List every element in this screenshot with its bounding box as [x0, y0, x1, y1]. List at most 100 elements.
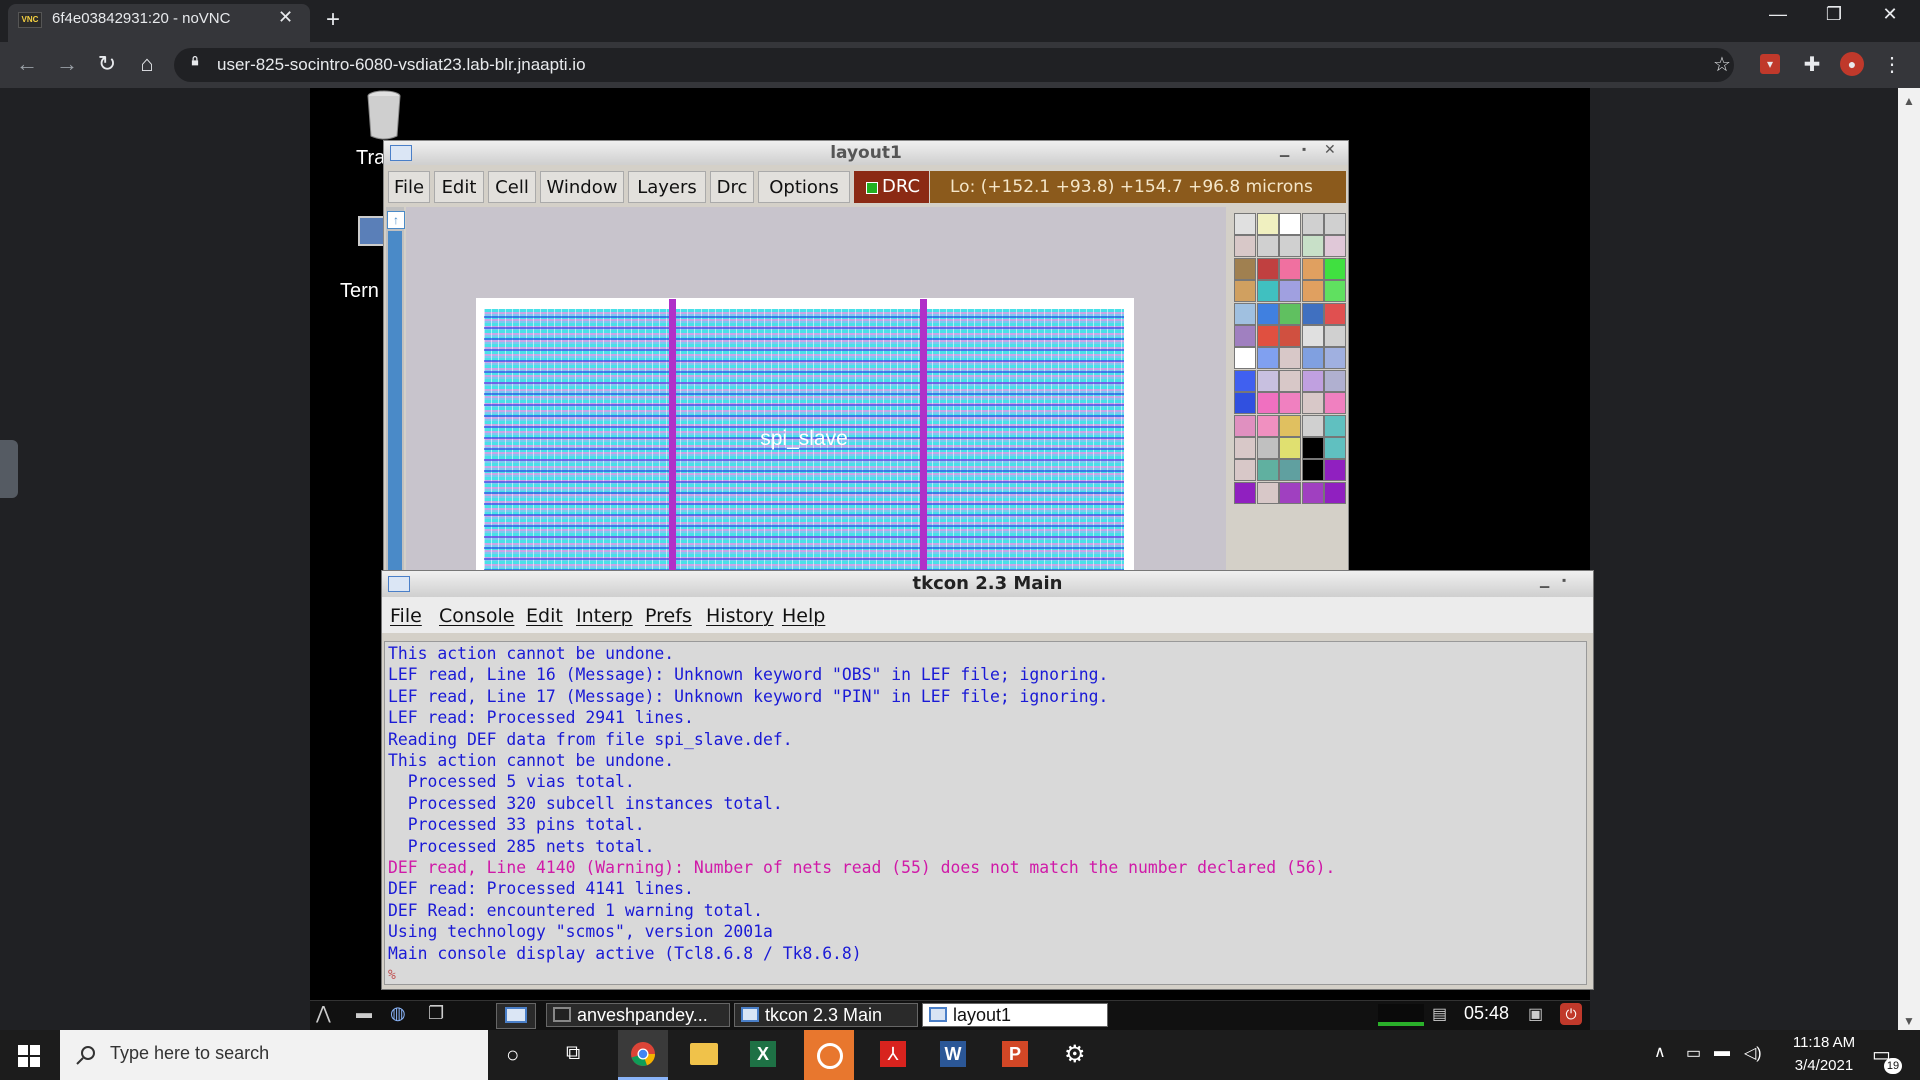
extension-pocket-icon[interactable]: ▾ [1760, 54, 1780, 74]
layer-swatch[interactable] [1324, 414, 1347, 437]
scroll-down-icon[interactable]: ▼ [1903, 1014, 1915, 1028]
layer-swatch[interactable] [1256, 213, 1279, 235]
taskbar-chrome[interactable] [618, 1030, 668, 1080]
layer-swatch[interactable] [1324, 369, 1347, 392]
layer-swatch[interactable] [1279, 302, 1302, 325]
cortana-icon[interactable]: ○ [506, 1042, 519, 1068]
close-window-icon[interactable]: ✕ [1870, 4, 1910, 25]
tkcon-menu-prefs[interactable]: Prefs [645, 605, 692, 627]
layer-swatch[interactable] [1234, 369, 1256, 392]
powerpoint-icon[interactable]: P [1002, 1041, 1028, 1067]
layer-swatch[interactable] [1234, 414, 1256, 437]
layout-menu-options[interactable]: Options [758, 171, 850, 203]
tkcon-menu-file[interactable]: File [390, 605, 422, 627]
panel-task-layout1[interactable]: layout1 [922, 1003, 1108, 1027]
layer-swatch[interactable] [1279, 257, 1302, 280]
layer-swatch[interactable] [1301, 257, 1324, 280]
layer-swatch[interactable] [1324, 280, 1347, 303]
trash-icon[interactable] [366, 90, 402, 140]
layer-swatch[interactable] [1324, 392, 1347, 415]
tkcon-minimize-icon[interactable]: ▁ [1540, 574, 1549, 588]
layer-swatch[interactable] [1324, 347, 1347, 370]
layer-swatch[interactable] [1301, 213, 1324, 235]
file-explorer-icon[interactable] [690, 1043, 718, 1065]
bookmark-star-icon[interactable]: ☆ [1710, 52, 1734, 76]
browser-launcher-icon[interactable]: ◍ [390, 1003, 406, 1024]
layer-swatch[interactable] [1301, 347, 1324, 370]
logout-power-icon[interactable]: ⏻ [1560, 1003, 1582, 1025]
layer-swatch[interactable] [1256, 437, 1279, 459]
panel-task-tkcon[interactable]: tkcon 2.3 Main [734, 1003, 918, 1027]
layout-menu-layers[interactable]: Layers [628, 171, 706, 203]
excel-icon[interactable]: X [750, 1041, 776, 1067]
layer-swatch[interactable] [1234, 257, 1256, 280]
tkcon-menu-history[interactable]: History [706, 605, 774, 627]
layout-menu-file[interactable]: File [388, 171, 430, 203]
settings-gear-icon[interactable]: ⚙ [1064, 1040, 1086, 1069]
layer-swatch[interactable] [1256, 481, 1279, 504]
layer-swatch[interactable] [1301, 459, 1324, 482]
layer-swatch[interactable] [1234, 280, 1256, 303]
layer-swatch[interactable] [1279, 459, 1302, 482]
forward-icon[interactable]: → [52, 51, 82, 77]
layer-swatch[interactable] [1279, 325, 1302, 347]
tray-overflow-icon[interactable]: ∧ [1654, 1042, 1666, 1062]
home-icon[interactable]: ⌂ [132, 51, 162, 77]
layer-swatch[interactable] [1234, 437, 1256, 459]
layer-swatch[interactable] [1256, 235, 1279, 258]
layer-swatch[interactable] [1301, 325, 1324, 347]
layer-swatch[interactable] [1324, 235, 1347, 258]
layer-swatch[interactable] [1256, 414, 1279, 437]
layer-swatch[interactable] [1279, 481, 1302, 504]
layout-menu-window[interactable]: Window [540, 171, 624, 203]
console-prompt[interactable]: % [388, 968, 396, 983]
extensions-puzzle-icon[interactable]: ✚ [1800, 52, 1824, 76]
layer-swatch[interactable] [1279, 437, 1302, 459]
show-desktop-icon[interactable]: ❐ [428, 1003, 444, 1024]
layer-swatch[interactable] [1256, 347, 1279, 370]
task-view-icon[interactable]: ⧉ [566, 1042, 580, 1065]
layout-menu-edit[interactable]: Edit [434, 171, 484, 203]
layer-swatch[interactable] [1324, 437, 1347, 459]
windows-start-icon[interactable] [18, 1045, 40, 1067]
layer-swatch[interactable] [1256, 302, 1279, 325]
minimize-icon[interactable]: — [1758, 4, 1798, 25]
new-tab-icon[interactable]: + [326, 6, 340, 34]
layer-swatch[interactable] [1279, 235, 1302, 258]
layer-swatch[interactable] [1279, 213, 1302, 235]
desktop-pager[interactable] [496, 1003, 536, 1029]
layer-swatch[interactable] [1324, 213, 1347, 235]
layer-swatch[interactable] [1301, 280, 1324, 303]
volume-icon[interactable]: ◁) [1744, 1043, 1762, 1063]
layer-swatch[interactable] [1256, 392, 1279, 415]
url-text[interactable]: user-825-socintro-6080-vsdiat23.lab-blr.… [217, 55, 586, 75]
layer-swatch[interactable] [1279, 280, 1302, 303]
restore-icon[interactable]: ❐ [1814, 4, 1854, 25]
layer-swatch[interactable] [1234, 235, 1256, 258]
layer-swatch[interactable] [1279, 414, 1302, 437]
novnc-control-handle[interactable] [0, 440, 18, 498]
tab-close-icon[interactable]: ✕ [278, 7, 293, 28]
tkcon-menu-interp[interactable]: Interp [576, 605, 633, 627]
back-icon[interactable]: ← [12, 51, 42, 77]
scroll-top-arrow-icon[interactable]: ↑ [387, 211, 405, 229]
layer-swatch[interactable] [1256, 459, 1279, 482]
layer-swatch[interactable] [1301, 481, 1324, 504]
chrome-menu-icon[interactable]: ⋮ [1880, 52, 1904, 76]
layout-maximize-icon[interactable]: ▪ [1302, 142, 1306, 156]
layer-swatch[interactable] [1279, 392, 1302, 415]
panel-task-terminal[interactable]: anveshpandey... [546, 1003, 730, 1027]
profile-avatar-icon[interactable]: ● [1840, 52, 1864, 76]
layer-swatch[interactable] [1234, 347, 1256, 370]
taskbar-time[interactable]: 11:18 AM [1780, 1034, 1868, 1051]
layer-swatch[interactable] [1256, 257, 1279, 280]
layer-swatch[interactable] [1324, 459, 1347, 482]
page-scrollbar[interactable] [1898, 88, 1920, 1030]
layout-minimize-icon[interactable]: ▁ [1280, 143, 1289, 157]
tray-device-icon[interactable]: ▭ [1686, 1043, 1701, 1063]
layer-swatch[interactable] [1301, 437, 1324, 459]
layer-swatch[interactable] [1324, 325, 1347, 347]
battery-icon[interactable]: ▬ [1714, 1043, 1730, 1061]
layer-swatch[interactable] [1324, 481, 1347, 504]
lock-screen-icon[interactable]: ▣ [1528, 1004, 1543, 1024]
